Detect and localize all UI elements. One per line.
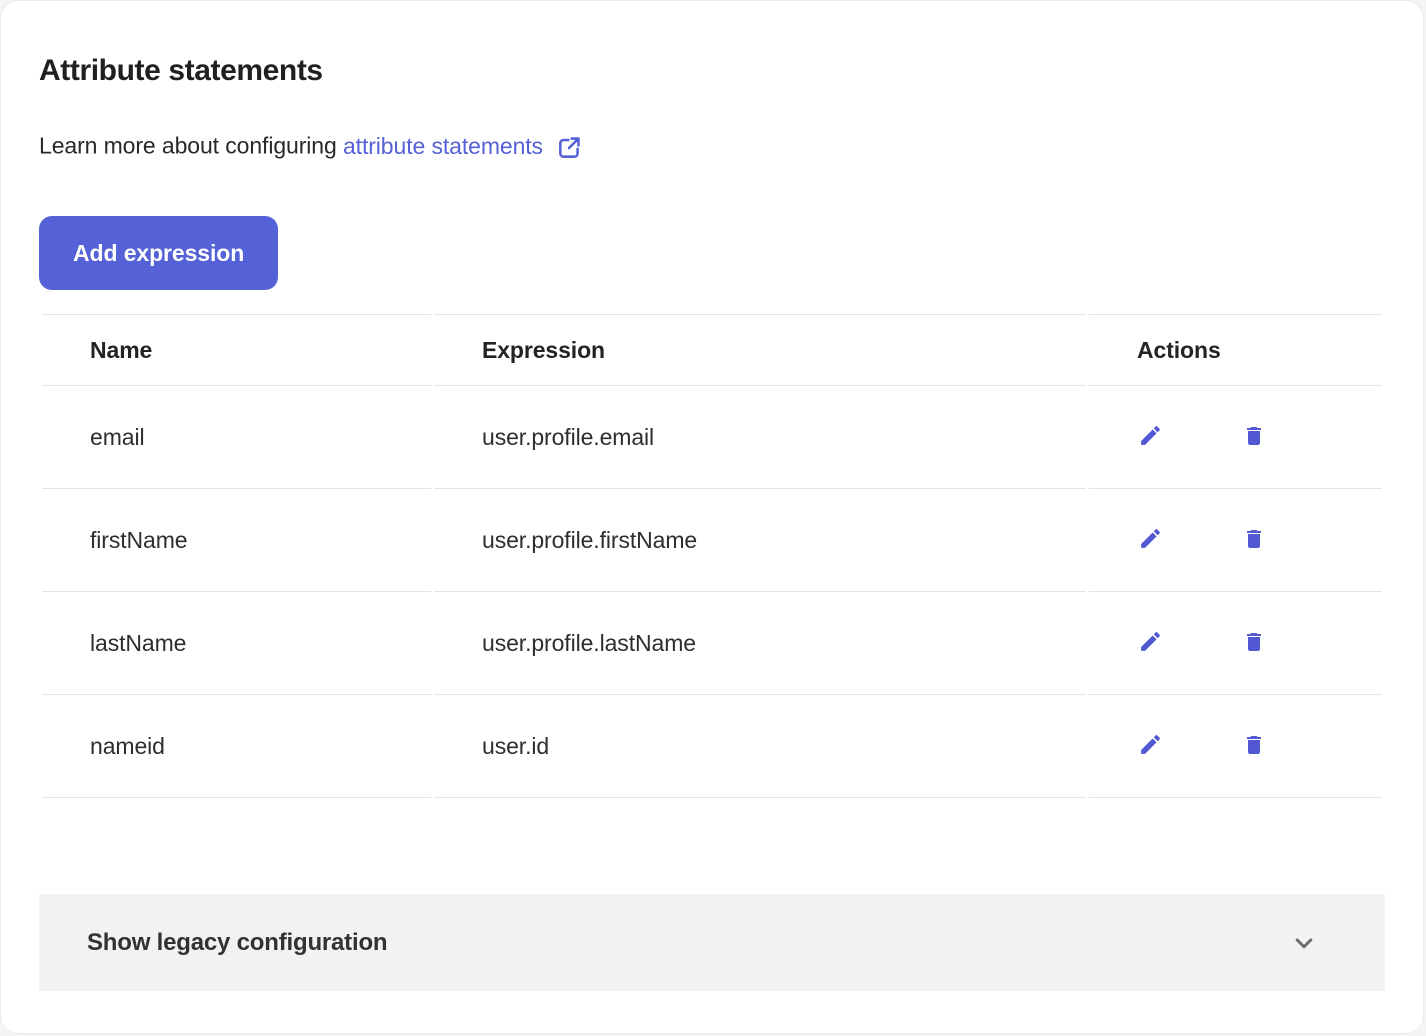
attribute-statements-link[interactable]: attribute statements — [343, 129, 584, 162]
edit-attribute-button[interactable] — [1137, 733, 1163, 759]
learn-more-prefix: Learn more about configuring — [39, 133, 343, 159]
learn-more-text: Learn more about configuring attribute s… — [39, 129, 1385, 162]
column-header-expression: Expression — [434, 314, 1086, 386]
edit-attribute-button[interactable] — [1137, 630, 1163, 656]
trash-icon — [1242, 424, 1266, 451]
chevron-down-icon — [1289, 928, 1319, 958]
table-header-row: Name Expression Actions — [42, 314, 1382, 386]
pencil-icon — [1138, 629, 1163, 657]
trash-icon — [1242, 733, 1266, 760]
add-expression-button[interactable]: Add expression — [39, 216, 278, 290]
pencil-icon — [1138, 732, 1163, 760]
column-header-name: Name — [42, 314, 431, 386]
attribute-name: lastName — [42, 592, 431, 695]
row-actions — [1089, 695, 1382, 798]
trash-icon — [1242, 630, 1266, 657]
delete-attribute-button[interactable] — [1241, 527, 1267, 553]
pencil-icon — [1138, 423, 1163, 451]
edit-attribute-button[interactable] — [1137, 424, 1163, 450]
table-row: firstName user.profile.firstName — [42, 489, 1382, 592]
attribute-statements-link-label: attribute statements — [343, 130, 543, 162]
attribute-name: firstName — [42, 489, 431, 592]
attribute-expression: user.profile.lastName — [434, 592, 1086, 695]
delete-attribute-button[interactable] — [1241, 424, 1267, 450]
table-row: lastName user.profile.lastName — [42, 592, 1382, 695]
delete-attribute-button[interactable] — [1241, 733, 1267, 759]
card-content: Attribute statements Learn more about co… — [1, 1, 1423, 798]
external-link-icon — [555, 129, 584, 162]
pencil-icon — [1138, 526, 1163, 554]
legacy-configuration-toggle[interactable]: Show legacy configuration — [39, 894, 1385, 991]
row-actions — [1089, 489, 1382, 592]
row-actions — [1089, 592, 1382, 695]
row-actions — [1089, 386, 1382, 489]
attribute-expression: user.id — [434, 695, 1086, 798]
legacy-configuration-label: Show legacy configuration — [87, 929, 387, 957]
attribute-expression: user.profile.firstName — [434, 489, 1086, 592]
page-title: Attribute statements — [39, 1, 1385, 89]
delete-attribute-button[interactable] — [1241, 630, 1267, 656]
table-row: nameid user.id — [42, 695, 1382, 798]
table-row: email user.profile.email — [42, 386, 1382, 489]
attribute-statements-table: Name Expression Actions email user.profi… — [39, 314, 1385, 798]
column-header-actions: Actions — [1089, 314, 1382, 386]
attribute-name: email — [42, 386, 431, 489]
attribute-name: nameid — [42, 695, 431, 798]
attribute-statements-card: Attribute statements Learn more about co… — [0, 0, 1424, 1034]
edit-attribute-button[interactable] — [1137, 527, 1163, 553]
trash-icon — [1242, 527, 1266, 554]
attribute-expression: user.profile.email — [434, 386, 1086, 489]
